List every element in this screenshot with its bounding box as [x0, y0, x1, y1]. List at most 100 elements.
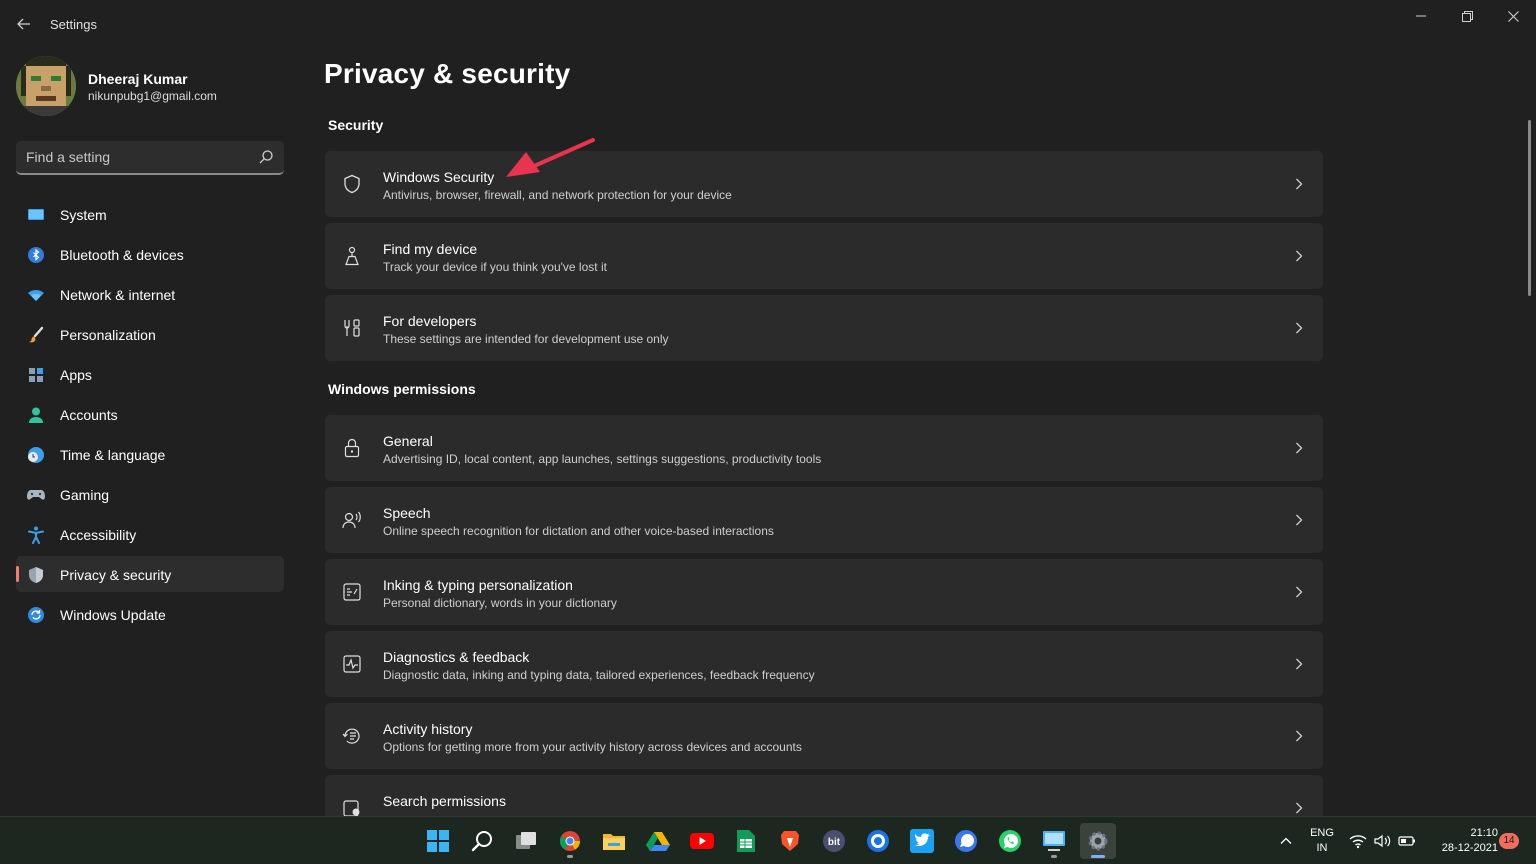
avatar[interactable] [16, 56, 76, 116]
card-diagnostics-feedback[interactable]: Diagnostics & feedback Diagnostic data, … [325, 631, 1323, 697]
search-permissions-icon [342, 798, 362, 818]
taskbar-cortana[interactable] [860, 823, 896, 859]
close-icon [1507, 10, 1519, 22]
sidebar-item-gaming[interactable]: Gaming [16, 476, 284, 512]
volume-icon[interactable] [1373, 833, 1391, 849]
inking-icon [342, 582, 362, 602]
section-title-security: Security [328, 117, 384, 133]
card-inking-typing[interactable]: Inking & typing personalization Personal… [325, 559, 1323, 625]
sidebar-item-system[interactable]: System [16, 196, 284, 232]
brave-icon [781, 831, 799, 851]
taskbar-snipping-tool[interactable] [1036, 823, 1072, 859]
card-title: Inking & typing personalization [383, 577, 573, 593]
taskbar-chrome[interactable] [552, 823, 588, 859]
card-windows-security[interactable]: Windows Security Antivirus, browser, fir… [325, 151, 1323, 217]
clock-time: 21:10 [1470, 827, 1498, 839]
sidebar-item-label: Time & language [60, 447, 166, 463]
taskbar-start[interactable] [420, 823, 456, 859]
taskbar-twitter[interactable] [904, 823, 940, 859]
card-description: Online speech recognition for dictation … [383, 524, 774, 538]
file-explorer-icon [603, 834, 625, 850]
taskbar-google-drive[interactable] [640, 823, 676, 859]
card-search-permissions[interactable]: Search permissions [325, 775, 1323, 818]
sidebar-item-accessibility[interactable]: Accessibility [16, 516, 284, 552]
card-description: These settings are intended for developm… [383, 332, 669, 346]
youtube-icon [690, 833, 714, 849]
chevron-up-icon[interactable] [1278, 833, 1294, 849]
taskbar-task-view[interactable] [508, 823, 544, 859]
sidebar-item-privacy-security[interactable]: Privacy & security [16, 556, 284, 592]
sidebar-item-label: Privacy & security [60, 567, 172, 583]
card-title: Search permissions [383, 793, 506, 809]
shield-outline-icon [342, 174, 362, 194]
taskbar-signal[interactable] [948, 823, 984, 859]
update-icon [27, 606, 45, 624]
diagnostics-icon [342, 654, 362, 674]
scrollbar[interactable] [1528, 120, 1531, 296]
app-title: Settings [50, 17, 97, 32]
running-indicator [567, 855, 573, 858]
taskbar-brave[interactable] [772, 823, 808, 859]
taskbar-google-sheets[interactable] [728, 823, 764, 859]
card-title: Find my device [383, 241, 478, 257]
brush-icon [27, 326, 45, 344]
taskbar-file-explorer[interactable] [596, 823, 632, 859]
sidebar-item-accounts[interactable]: Accounts [16, 396, 284, 432]
windows-start-icon [427, 830, 449, 852]
chevron-right-icon [1293, 248, 1305, 264]
restore-icon [1461, 10, 1473, 22]
notification-badge[interactable]: 14 [1499, 833, 1519, 849]
search-input[interactable] [26, 141, 246, 173]
clock[interactable]: 21:10 28-12-2021 [1424, 826, 1498, 856]
globe-clock-icon [27, 446, 45, 464]
card-general[interactable]: General Advertising ID, local content, a… [325, 415, 1323, 481]
taskbar-bit[interactable]: bit [816, 823, 852, 859]
search-icon [471, 831, 492, 852]
lock-icon [342, 438, 362, 458]
taskbar-settings[interactable] [1080, 823, 1116, 859]
user-email: nikunpubg1@gmail.com [88, 89, 217, 103]
sidebar-item-network[interactable]: Network & internet [16, 276, 284, 312]
speech-icon [342, 510, 362, 530]
sidebar-item-personalization[interactable]: Personalization [16, 316, 284, 352]
search-box[interactable] [16, 141, 284, 175]
card-title: Windows Security [383, 169, 495, 185]
sidebar-item-label: System [60, 207, 107, 223]
language-indicator[interactable]: ENG IN [1306, 826, 1338, 856]
task-view-icon [516, 832, 536, 849]
restore-button[interactable] [1444, 0, 1490, 32]
snipping-tool-icon [1043, 831, 1065, 851]
google-drive-icon [646, 832, 670, 851]
sidebar-item-windows-update[interactable]: Windows Update [16, 596, 284, 632]
battery-icon[interactable] [1398, 833, 1416, 849]
user-name: Dheeraj Kumar [88, 71, 188, 87]
sidebar-item-label: Windows Update [60, 607, 166, 623]
sidebar-item-bluetooth[interactable]: Bluetooth & devices [16, 236, 284, 272]
sidebar-nav: System Bluetooth & devices Network & int… [16, 196, 284, 636]
running-indicator [1051, 855, 1057, 858]
card-for-developers[interactable]: For developers These settings are intend… [325, 295, 1323, 361]
taskbar-whatsapp[interactable] [992, 823, 1028, 859]
sidebar-item-label: Personalization [60, 327, 156, 343]
wifi-icon[interactable] [1349, 833, 1367, 849]
gamepad-icon [27, 486, 45, 504]
card-description: Personal dictionary, words in your dicti… [383, 596, 617, 610]
chevron-right-icon [1293, 512, 1305, 528]
search-icon[interactable] [258, 149, 274, 165]
taskbar-youtube[interactable] [684, 823, 720, 859]
card-find-my-device[interactable]: Find my device Track your device if you … [325, 223, 1323, 289]
sidebar-item-time-language[interactable]: Time & language [16, 436, 284, 472]
card-activity-history[interactable]: Activity history Options for getting mor… [325, 703, 1323, 769]
taskbar-search[interactable] [464, 823, 500, 859]
minimize-button[interactable] [1398, 0, 1444, 32]
sidebar-item-label: Apps [60, 367, 92, 383]
back-button[interactable] [10, 12, 38, 36]
whatsapp-icon [999, 830, 1021, 852]
taskbar: bit ENG IN 21:10 28-12-2021 14 [0, 816, 1536, 864]
history-icon [342, 726, 362, 746]
sidebar-item-apps[interactable]: Apps [16, 356, 284, 392]
apps-icon [27, 366, 45, 384]
card-speech[interactable]: Speech Online speech recognition for dic… [325, 487, 1323, 553]
close-button[interactable] [1490, 0, 1536, 32]
wifi-icon [27, 286, 45, 304]
